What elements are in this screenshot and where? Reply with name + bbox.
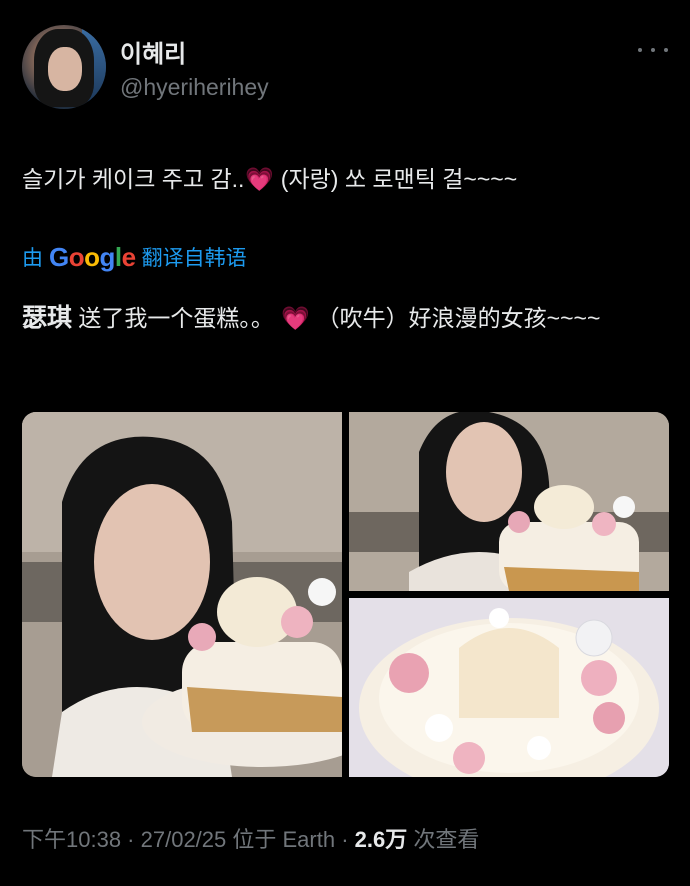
post-location: Earth bbox=[282, 827, 336, 852]
translated-part2: （吹牛）好浪漫的女孩~~~~ bbox=[310, 305, 601, 331]
heart-emoji: 💗 bbox=[280, 305, 310, 331]
translated-part1: 送了我一个蛋糕。。 bbox=[72, 305, 281, 331]
post-date[interactable]: 27/02/25 bbox=[141, 827, 227, 852]
view-count[interactable]: 2.6万 bbox=[355, 827, 408, 852]
avatar-face bbox=[48, 47, 82, 91]
photo-woman-with-cake[interactable] bbox=[22, 412, 342, 777]
google-logo: Google bbox=[49, 241, 136, 272]
tweet-text: 슬기가 케이크 주고 감..💗 (자랑) 쏘 로맨틱 걸~~~~ bbox=[22, 160, 517, 194]
dot bbox=[638, 48, 642, 52]
tweet-metadata: 下午10:38 · 27/02/25 位于 Earth · 2.6万 次查看 bbox=[22, 822, 479, 854]
photo-cake-top-view[interactable] bbox=[349, 598, 669, 777]
separator: · bbox=[335, 827, 355, 852]
photo-woman-with-cake-closeup[interactable] bbox=[349, 412, 669, 591]
photo-2-illustration bbox=[349, 412, 669, 591]
dot bbox=[664, 48, 668, 52]
post-time[interactable]: 下午10:38 bbox=[22, 827, 121, 852]
translation-attribution[interactable]: 由 Google 翻译自韩语 bbox=[22, 240, 247, 274]
display-name[interactable]: 이혜리 bbox=[120, 34, 186, 69]
separator: · bbox=[121, 827, 141, 852]
translated-text: 瑟琪 送了我一个蛋糕。。 💗 （吹牛）好浪漫的女孩~~~~ bbox=[22, 300, 672, 336]
photo-1-illustration bbox=[22, 412, 342, 777]
avatar[interactable] bbox=[22, 25, 106, 109]
tweet-text-part2: (자랑) 쏘 로맨틱 걸~~~~ bbox=[274, 166, 518, 192]
translate-prefix: 由 bbox=[22, 247, 43, 270]
translate-suffix: 翻译自韩语 bbox=[141, 247, 247, 270]
location-prefix: 位于 bbox=[226, 827, 283, 852]
tweet-text-part1: 슬기가 케이크 주고 감.. bbox=[22, 166, 245, 192]
more-options-icon[interactable] bbox=[638, 40, 668, 60]
media-grid bbox=[22, 412, 669, 777]
translated-name: 瑟琪 bbox=[22, 304, 73, 332]
photo-3-illustration bbox=[349, 598, 669, 777]
heart-emoji: 💗 bbox=[245, 166, 274, 192]
views-label: 次查看 bbox=[407, 827, 480, 852]
dot bbox=[651, 48, 655, 52]
username[interactable]: @hyeriherihey bbox=[120, 74, 269, 101]
